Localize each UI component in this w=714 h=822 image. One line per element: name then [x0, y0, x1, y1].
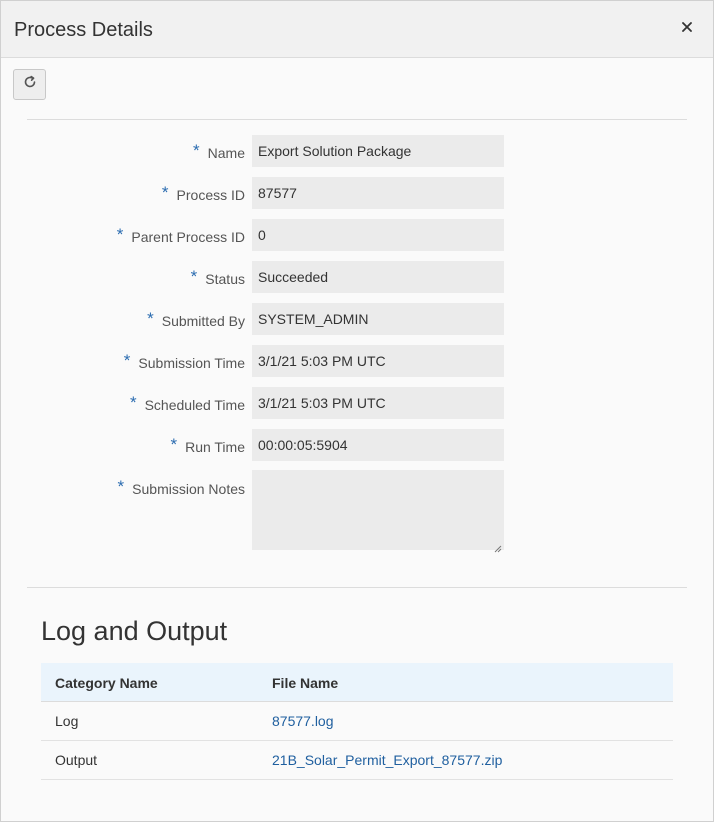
- required-marker: *: [161, 183, 169, 202]
- form-row-scheduled-time: * Scheduled Time 3/1/21 5:03 PM UTC: [1, 387, 713, 419]
- column-header-file-name[interactable]: File Name: [272, 675, 338, 691]
- form-row-status: * Status Succeeded: [1, 261, 713, 293]
- table-header: Category Name File Name: [41, 663, 673, 702]
- refresh-icon: [22, 74, 38, 95]
- form-row-submitted-by: * Submitted By SYSTEM_ADMIN: [1, 303, 713, 335]
- submission-notes-textarea[interactable]: [252, 470, 504, 553]
- close-icon: [682, 19, 692, 37]
- required-marker: *: [117, 477, 125, 496]
- log-output-table: Category Name File Name Log 87577.log Ou…: [41, 663, 673, 780]
- form-row-name: * Name Export Solution Package: [1, 135, 713, 167]
- submission-notes-label: Submission Notes: [132, 481, 245, 497]
- dialog-title: Process Details: [14, 19, 153, 41]
- form-row-parent-process-id: * Parent Process ID 0: [1, 219, 713, 251]
- close-button[interactable]: [675, 16, 699, 40]
- required-marker: *: [116, 225, 124, 244]
- submitted-by-field[interactable]: SYSTEM_ADMIN: [252, 303, 504, 335]
- required-marker: *: [129, 393, 137, 412]
- category-cell: Output: [55, 752, 98, 768]
- form-row-process-id: * Process ID 87577: [1, 177, 713, 209]
- form-row-run-time: * Run Time 00:00:05:5904: [1, 429, 713, 461]
- table-row[interactable]: Log 87577.log: [41, 702, 673, 741]
- refresh-button[interactable]: [13, 69, 46, 100]
- name-label: Name: [207, 145, 245, 161]
- name-field[interactable]: Export Solution Package: [252, 135, 504, 167]
- submission-time-field[interactable]: 3/1/21 5:03 PM UTC: [252, 345, 504, 377]
- required-marker: *: [190, 267, 198, 286]
- process-details-dialog: Process Details * Name Export Solution Pa…: [0, 0, 714, 822]
- required-marker: *: [147, 309, 154, 328]
- file-link[interactable]: 21B_Solar_Permit_Export_87577.zip: [272, 752, 502, 768]
- column-header-category[interactable]: Category Name: [55, 675, 158, 691]
- run-time-field[interactable]: 00:00:05:5904: [252, 429, 504, 461]
- submitted-by-label: Submitted By: [161, 313, 245, 329]
- form-row-submission-time: * Submission Time 3/1/21 5:03 PM UTC: [1, 345, 713, 377]
- log-output-title: Log and Output: [41, 616, 228, 646]
- scheduled-time-label: Scheduled Time: [144, 397, 245, 413]
- parent-process-id-field[interactable]: 0: [252, 219, 504, 251]
- process-id-field[interactable]: 87577: [252, 177, 504, 209]
- file-link[interactable]: 87577.log: [272, 713, 334, 729]
- run-time-label: Run Time: [185, 439, 245, 455]
- table-row[interactable]: Output 21B_Solar_Permit_Export_87577.zip: [41, 741, 673, 780]
- status-field[interactable]: Succeeded: [252, 261, 504, 293]
- scheduled-time-field[interactable]: 3/1/21 5:03 PM UTC: [252, 387, 504, 419]
- top-divider: [27, 119, 687, 120]
- category-cell: Log: [55, 713, 79, 729]
- parent-process-id-label: Parent Process ID: [131, 229, 245, 245]
- submission-time-label: Submission Time: [138, 355, 245, 371]
- status-label: Status: [205, 271, 245, 287]
- resize-grip-icon[interactable]: [494, 540, 502, 553]
- required-marker: *: [170, 435, 178, 454]
- required-marker: *: [193, 141, 200, 160]
- process-id-label: Process ID: [176, 187, 245, 203]
- required-marker: *: [123, 351, 131, 370]
- dialog-header: Process Details: [1, 1, 713, 58]
- section-divider: [27, 587, 687, 588]
